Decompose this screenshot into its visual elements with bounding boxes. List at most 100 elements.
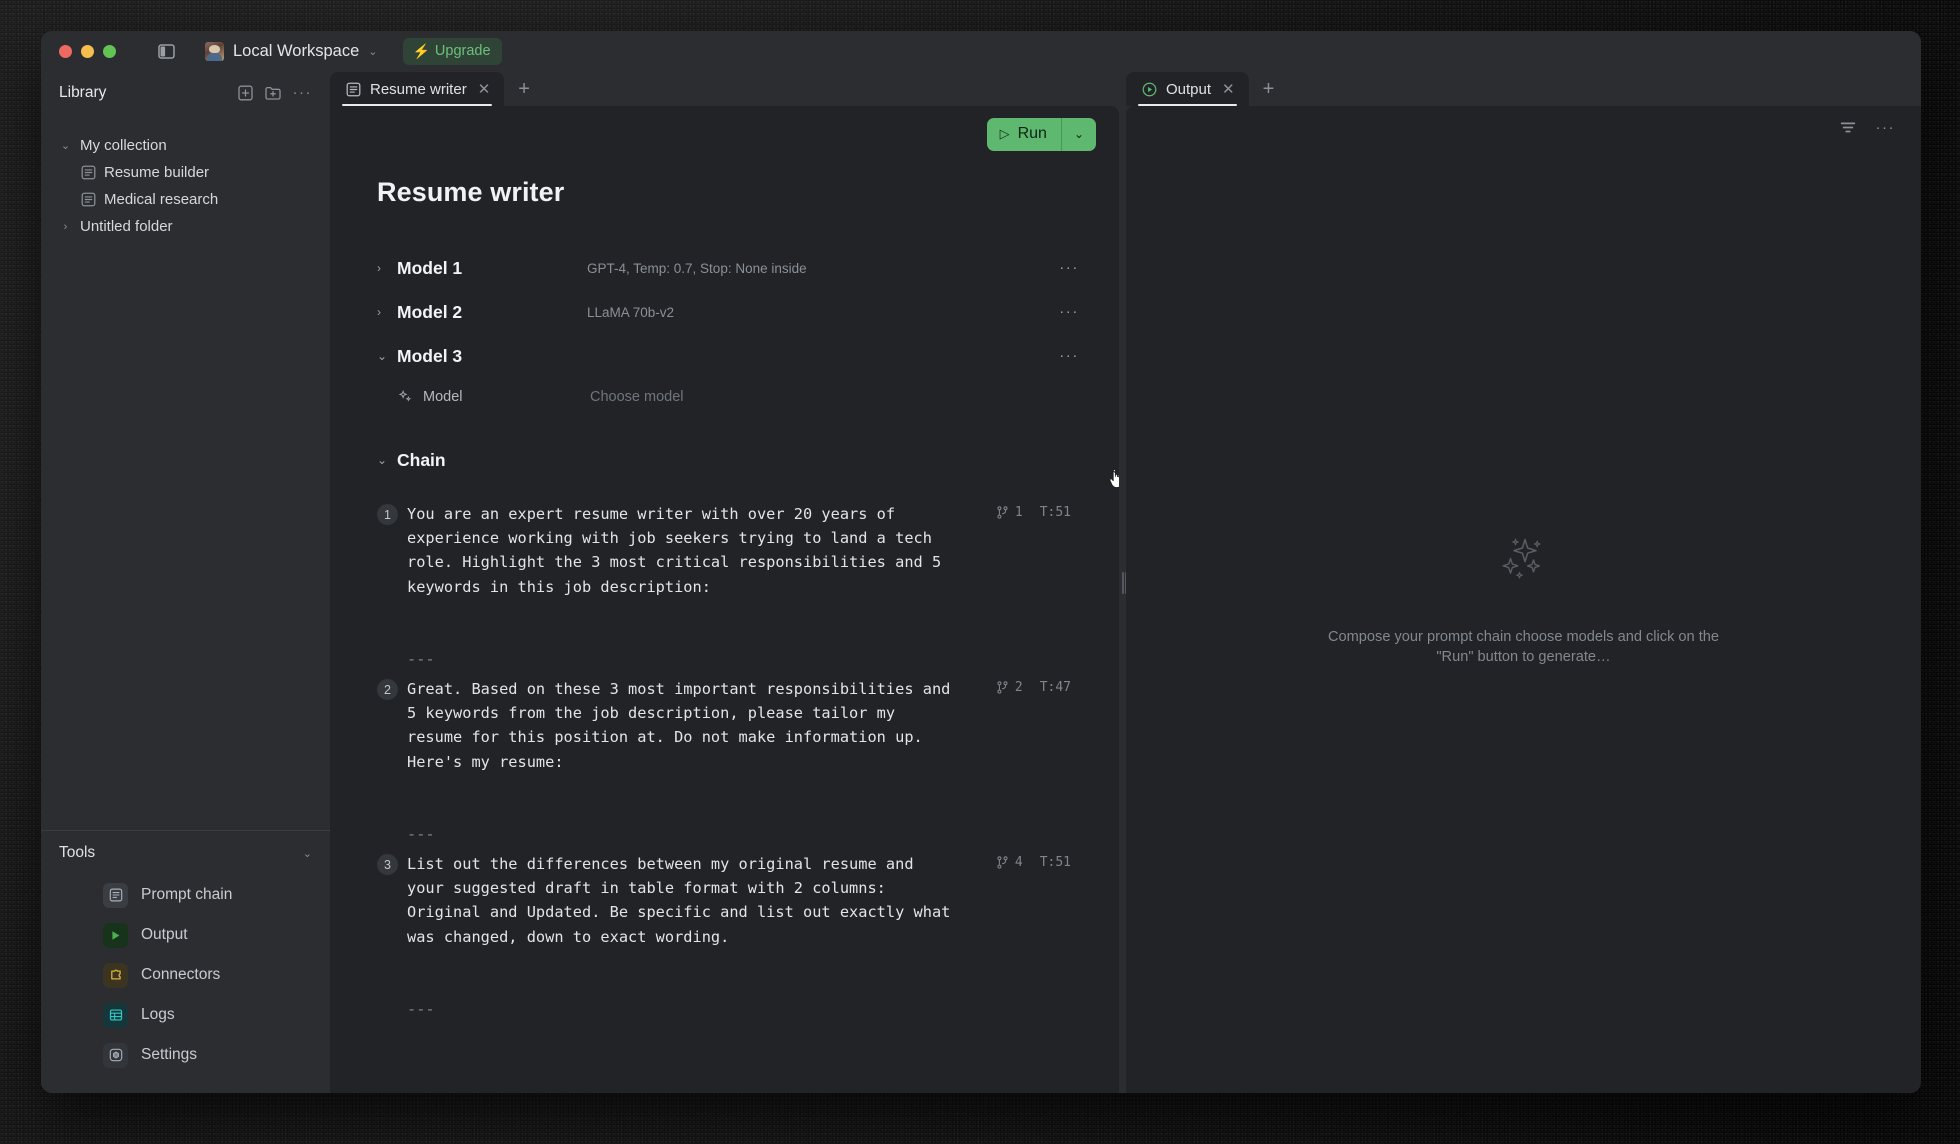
tool-item-label: Connectors xyxy=(141,966,221,983)
desktop-background: Local Workspace ⌄ ⚡ Upgrade Library ··· … xyxy=(0,0,1960,1144)
tools-list: Prompt chain Output Connectors Logs Sett… xyxy=(41,875,330,1093)
model-name: Model 3 xyxy=(397,345,463,366)
play-icon: ▷ xyxy=(999,126,1010,141)
chevron-right-icon[interactable]: › xyxy=(377,261,397,275)
minimize-window-button[interactable] xyxy=(81,45,94,58)
model-meta: LLaMA 70b-v2 xyxy=(587,304,675,320)
sidebar-toggle-icon[interactable] xyxy=(156,41,177,62)
window-controls[interactable] xyxy=(59,45,116,58)
step-branch-count: 4 xyxy=(1014,855,1023,871)
tools-title: Tools xyxy=(59,844,96,861)
close-window-button[interactable] xyxy=(59,45,72,58)
model-row-2[interactable]: › Model 2 LLaMA 70b-v2 ··· xyxy=(330,290,1119,334)
tool-item-connectors[interactable]: Connectors xyxy=(41,955,330,995)
step-separator: --- xyxy=(407,649,435,668)
tool-item-label: Logs xyxy=(141,1006,175,1023)
branch-icon xyxy=(997,856,1009,869)
model-field-row: Model Choose model xyxy=(330,378,1119,416)
step-text[interactable]: Great. Based on these 3 most important r… xyxy=(407,677,952,774)
output-panel: Output ✕ + ··· Compose your prompt chain… xyxy=(1126,72,1921,1093)
step-token-count: T:51 xyxy=(1039,855,1071,871)
sparkle-icon xyxy=(397,389,413,405)
avatar xyxy=(205,42,224,61)
choose-model-input[interactable]: Choose model xyxy=(590,389,684,405)
document-icon xyxy=(81,165,96,180)
new-output-tab-button[interactable]: + xyxy=(1249,79,1289,99)
tree-item-my-collection[interactable]: ⌄ My collection xyxy=(41,132,330,159)
step-text[interactable]: List out the differences between my orig… xyxy=(407,852,952,949)
play-circle-icon xyxy=(1142,82,1157,97)
library-more-icon[interactable]: ··· xyxy=(293,85,313,100)
run-label: Run xyxy=(1017,125,1047,142)
run-button[interactable]: ▷ Run ⌄ xyxy=(986,118,1096,151)
model-field-label: Model xyxy=(423,389,463,405)
chain-title: Chain xyxy=(397,449,446,470)
chain-step-3[interactable]: 3 List out the differences between my or… xyxy=(330,852,1119,949)
close-icon[interactable]: ✕ xyxy=(1222,80,1235,98)
tool-item-prompt-chain[interactable]: Prompt chain xyxy=(41,875,330,915)
tab-label: Resume writer xyxy=(370,80,467,98)
gear-icon xyxy=(103,1042,128,1068)
library-tree: ⌄ My collection Resume builder Medical r… xyxy=(41,114,330,830)
tree-item-resume-builder[interactable]: Resume builder xyxy=(41,159,330,186)
step-number: 1 xyxy=(377,504,398,525)
library-header: Library ··· xyxy=(41,72,330,114)
tool-item-settings[interactable]: Settings xyxy=(41,1035,330,1075)
new-folder-icon[interactable] xyxy=(265,85,282,102)
model-name: Model 2 xyxy=(397,301,463,322)
models-section: › Model 1 GPT-4, Temp: 0.7, Stop: None i… xyxy=(330,208,1119,416)
workspace-selector[interactable]: Local Workspace ⌄ xyxy=(205,42,377,61)
chain-step-2[interactable]: 2 Great. Based on these 3 most important… xyxy=(330,677,1119,774)
tab-resume-writer[interactable]: Resume writer ✕ xyxy=(330,72,505,106)
tool-item-logs[interactable]: Logs xyxy=(41,995,330,1035)
library-sidebar: Library ··· ⌄ My collection Resume build… xyxy=(41,72,330,1093)
tree-item-label: Resume builder xyxy=(104,164,210,181)
tool-item-output[interactable]: Output xyxy=(41,915,330,955)
close-icon[interactable]: ✕ xyxy=(478,80,491,98)
title-bar: Local Workspace ⌄ ⚡ Upgrade xyxy=(41,31,1921,72)
output-empty-message: Compose your prompt chain choose models … xyxy=(1328,629,1719,665)
step-token-count: T:51 xyxy=(1039,505,1071,520)
tree-item-label: My collection xyxy=(80,137,167,154)
editor-tab-bar: Resume writer ✕ + xyxy=(330,72,1119,106)
new-tab-button[interactable]: + xyxy=(504,79,544,99)
model-more-icon[interactable]: ··· xyxy=(1059,304,1079,319)
step-text[interactable]: You are an expert resume writer with ove… xyxy=(407,502,952,599)
model-row-1[interactable]: › Model 1 GPT-4, Temp: 0.7, Stop: None i… xyxy=(330,246,1119,290)
tab-output[interactable]: Output ✕ xyxy=(1126,72,1249,106)
step-meta: 4 T:51 xyxy=(997,855,1071,870)
model-more-icon[interactable]: ··· xyxy=(1059,260,1079,275)
chevron-down-icon[interactable]: ⌄ xyxy=(377,453,397,467)
tree-item-untitled-folder[interactable]: › Untitled folder xyxy=(41,213,330,240)
model-more-icon[interactable]: ··· xyxy=(1059,348,1079,363)
table-icon xyxy=(103,1002,128,1028)
library-title: Library xyxy=(59,84,107,101)
document-icon xyxy=(103,882,128,908)
upgrade-button[interactable]: ⚡ Upgrade xyxy=(403,38,502,65)
chain-step-1[interactable]: 1 You are an expert resume writer with o… xyxy=(330,502,1119,599)
sparkles-icon xyxy=(1497,536,1551,587)
page-title: Resume writer xyxy=(377,177,565,207)
play-icon xyxy=(103,922,128,948)
step-separator: --- xyxy=(407,824,435,843)
tree-item-label: Untitled folder xyxy=(80,218,173,235)
step-branch-count: 2 xyxy=(1014,680,1023,696)
model-row-3[interactable]: ⌄ Model 3 ··· xyxy=(330,334,1119,378)
step-token-count: T:47 xyxy=(1039,680,1071,696)
chevron-down-icon: ⌄ xyxy=(368,46,378,58)
app-window: Local Workspace ⌄ ⚡ Upgrade Library ··· … xyxy=(41,31,1921,1093)
chevron-right-icon[interactable]: › xyxy=(377,305,397,319)
tree-item-medical-research[interactable]: Medical research xyxy=(41,186,330,213)
chevron-down-icon[interactable]: ⌄ xyxy=(377,349,397,363)
branch-icon xyxy=(997,506,1009,519)
chain-section-header[interactable]: ⌄ Chain xyxy=(330,438,1119,482)
run-options-button[interactable]: ⌄ xyxy=(1062,120,1096,149)
tool-item-label: Settings xyxy=(141,1046,198,1063)
new-file-icon[interactable] xyxy=(237,85,254,102)
document-icon xyxy=(346,82,361,97)
chevron-down-icon: ⌄ xyxy=(302,847,312,860)
output-empty-state: Compose your prompt chain choose models … xyxy=(1126,110,1921,1093)
maximize-window-button[interactable] xyxy=(103,45,116,58)
tools-section-header[interactable]: Tools ⌄ xyxy=(41,831,330,875)
panel-resize-handle[interactable] xyxy=(1119,72,1126,1093)
